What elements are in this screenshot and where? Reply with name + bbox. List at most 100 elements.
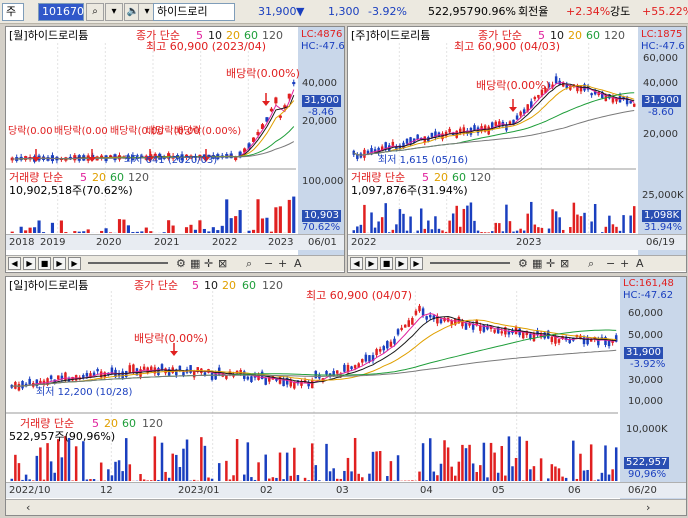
monthly-first-button[interactable]: ◀ <box>8 257 21 270</box>
weekly-stop-button[interactable]: ■ <box>380 257 393 270</box>
weekly-last-button[interactable]: ▶ <box>410 257 423 270</box>
monthly-x-end: 06/01 <box>308 237 337 248</box>
volume-bar <box>579 216 583 233</box>
daily-left-icon[interactable]: ‹ <box>26 501 30 514</box>
grid-icon[interactable]: ▦ <box>532 257 542 270</box>
volume-bar <box>17 463 21 481</box>
volume-bar <box>200 437 203 481</box>
volume-bar <box>607 474 611 481</box>
candle-body <box>590 93 593 96</box>
volume-bar <box>10 478 14 481</box>
daily-dividend-label: 배당락(0.00%) <box>134 332 208 345</box>
monthly-ytick-2: 20,000 <box>302 116 337 127</box>
volume-bar <box>466 205 469 233</box>
candle-body <box>375 349 378 356</box>
volume-bar <box>49 461 53 481</box>
search-icon[interactable]: ⌕ <box>86 3 104 21</box>
weekly-next-button[interactable]: ▶ <box>395 257 408 270</box>
zoom-icon[interactable]: ⚙ <box>176 257 186 270</box>
volume-bar <box>469 202 473 233</box>
volume-bar <box>310 443 314 481</box>
volume-bar <box>518 436 521 481</box>
volume-bar <box>250 477 253 481</box>
search-icon[interactable]: ⌕ <box>246 257 252 270</box>
text-a-icon[interactable]: A <box>636 257 644 270</box>
volume-bar <box>525 440 529 481</box>
weekly-zoom-slider[interactable] <box>430 262 510 264</box>
volume-bar <box>448 220 451 233</box>
volume-bar <box>150 480 153 481</box>
monthly-chart-panel: [월]하이드로리튬 종가 단순 5 10 20 60 120 LC:4876 H… <box>5 26 345 273</box>
weekly-ytick-1: 60,000 <box>643 53 678 64</box>
volume-bar <box>171 225 175 233</box>
volume-bar <box>210 478 214 481</box>
daily-right-icon[interactable]: › <box>646 501 650 514</box>
ruler-icon[interactable]: ⊠ <box>218 257 227 270</box>
daily-chart-panel: [일]하이드로리튬 종가 단순 5 10 20 60 120 LC:161,48… <box>5 276 687 516</box>
candle-body <box>189 365 192 373</box>
monthly-zoom-slider[interactable] <box>88 262 168 264</box>
cursor-icon[interactable]: ✛ <box>204 257 213 270</box>
volume-bar <box>41 232 46 233</box>
volume-bar <box>471 463 475 481</box>
search-icon[interactable]: ⌕ <box>588 257 594 270</box>
volume-bar <box>228 479 232 481</box>
volume-bar <box>475 471 478 481</box>
volume-bar <box>611 469 614 481</box>
volume-bar <box>46 443 49 481</box>
monthly-x-2018: 2018 <box>9 237 35 248</box>
monthly-last-button[interactable]: ▶ <box>68 257 81 270</box>
volume-bar <box>293 447 296 481</box>
volume-bar <box>24 474 28 481</box>
volume-bar <box>35 455 39 481</box>
daily-controls: ‹ › <box>6 499 686 515</box>
volume-bar <box>505 204 508 233</box>
weekly-prev-button[interactable]: ▶ <box>365 257 378 270</box>
monthly-prev-button[interactable]: ▶ <box>23 257 36 270</box>
weekly-ma120: 120 <box>604 29 625 42</box>
volume-bar <box>380 217 384 233</box>
candle-body <box>632 103 636 107</box>
volume-bar <box>557 468 561 481</box>
candle-body <box>494 121 498 126</box>
volume-bar <box>128 464 132 481</box>
monthly-vol-pct: 70.62% <box>302 222 341 233</box>
cursor-icon[interactable]: ✛ <box>546 257 555 270</box>
plus-icon[interactable]: + <box>620 257 629 270</box>
zoom-icon[interactable]: ⚙ <box>518 257 528 270</box>
minus-icon[interactable]: − <box>264 257 273 270</box>
volume-bar <box>139 474 142 481</box>
volume-bar <box>507 436 511 481</box>
weekly-vol-ma60: 60 <box>452 171 466 184</box>
ruler-icon[interactable]: ⊠ <box>560 257 569 270</box>
market-select[interactable]: 주 <box>2 3 24 21</box>
monthly-stop-button[interactable]: ■ <box>38 257 51 270</box>
daily-x-12: 12 <box>100 485 113 496</box>
volume-bar <box>71 480 74 481</box>
volume-bar <box>229 218 233 233</box>
candle-body <box>416 134 419 140</box>
volume-bar <box>388 232 391 233</box>
stock-name-field[interactable]: 하이드로리 <box>153 3 235 21</box>
strength-value: +55.22% <box>642 5 688 18</box>
volume-bar <box>126 225 130 233</box>
grid-icon[interactable]: ▦ <box>190 257 200 270</box>
volume-bar <box>260 218 265 233</box>
volume-bar <box>375 451 378 481</box>
stock-code-input[interactable]: 101670 <box>38 3 84 21</box>
plus-icon[interactable]: + <box>278 257 287 270</box>
volume-bar <box>547 228 551 233</box>
volume-bar <box>386 476 389 481</box>
volume-bar <box>251 229 256 233</box>
text-a-icon[interactable]: A <box>294 257 302 270</box>
candle-body <box>550 336 554 342</box>
minus-icon[interactable]: − <box>606 257 615 270</box>
chevron-down-icon[interactable]: ▾ <box>105 3 123 21</box>
weekly-lc: LC:1875 <box>641 29 683 40</box>
candle-body <box>425 316 428 320</box>
weekly-first-button[interactable]: ◀ <box>350 257 363 270</box>
daily-ytick-6: 10,000 <box>628 396 663 407</box>
volume-bar <box>24 230 28 233</box>
monthly-next-button[interactable]: ▶ <box>53 257 66 270</box>
candle-body <box>96 369 99 372</box>
